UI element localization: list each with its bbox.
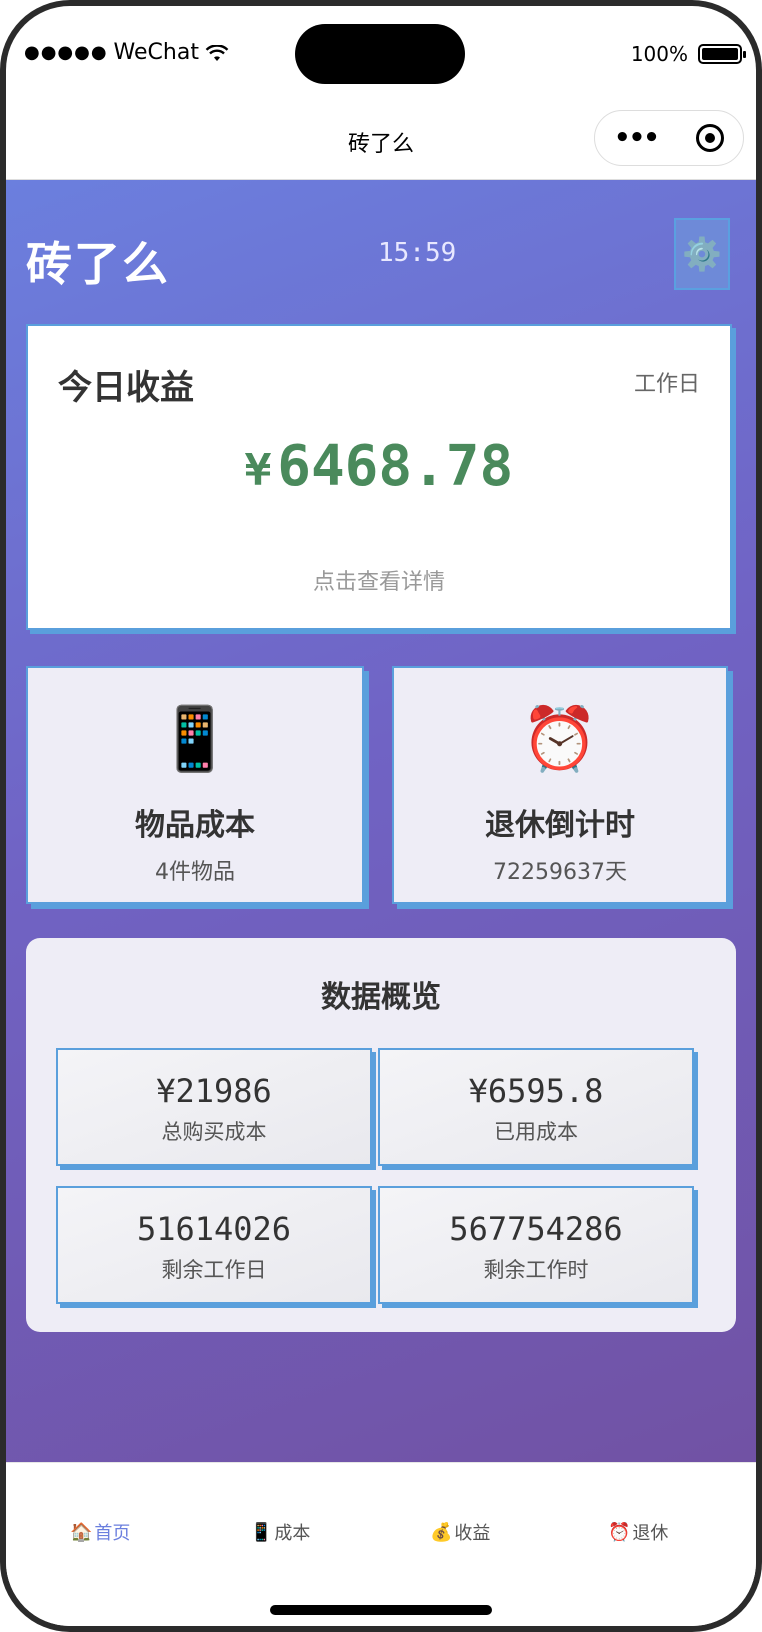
stat-remaining-work-hours: 567754286 剩余工作时 xyxy=(378,1186,694,1304)
mini-program-capsule: ••• xyxy=(594,110,744,166)
retirement-days: 72259637天 xyxy=(493,860,627,885)
status-carrier-group: ●●●●● WeChat xyxy=(24,40,229,65)
tab-retirement[interactable]: ⏰ 退休 xyxy=(608,1519,668,1545)
item-cost-card[interactable]: 📱 物品成本 4件物品 xyxy=(26,666,364,904)
tab-label: 成本 xyxy=(274,1523,311,1544)
stat-total-purchase-cost: ¥21986 总购买成本 xyxy=(56,1048,372,1166)
stat-label: 剩余工作日 xyxy=(161,1258,267,1282)
retirement-countdown-card[interactable]: ⏰ 退休倒计时 72259637天 xyxy=(392,666,728,904)
app-title: 砖了么 xyxy=(26,237,170,291)
day-type-tag: 工作日 xyxy=(633,372,700,397)
alarm-clock-icon: ⏰ xyxy=(521,702,599,775)
stat-label: 剩余工作时 xyxy=(483,1258,589,1282)
current-time: 15:59 xyxy=(378,238,457,268)
dynamic-island xyxy=(295,24,465,84)
gear-icon: ⚙️ xyxy=(682,235,722,273)
tab-home[interactable]: 🏠 首页 xyxy=(70,1519,130,1545)
phone-icon: 📱 xyxy=(250,1521,273,1543)
currency-symbol: ¥ xyxy=(244,445,272,496)
status-bar: ●●●●● WeChat 100% xyxy=(6,6,756,102)
stat-used-cost: ¥6595.8 已用成本 xyxy=(378,1048,694,1166)
stat-value: 567754286 xyxy=(449,1210,623,1248)
item-count: 4件物品 xyxy=(155,860,235,885)
phone-icon: 📱 xyxy=(156,702,234,775)
income-label: 今日收益 xyxy=(58,368,194,408)
income-amount: ¥6468.78 xyxy=(28,434,730,499)
stat-value: ¥21986 xyxy=(156,1072,272,1110)
overview-title: 数据概览 xyxy=(321,980,441,1015)
item-cost-title: 物品成本 xyxy=(135,808,255,843)
close-mini-program-icon[interactable] xyxy=(695,124,724,152)
stat-label: 已用成本 xyxy=(494,1120,578,1144)
stat-label: 总购买成本 xyxy=(161,1120,267,1144)
phone-frame: ●●●●● WeChat 100% 砖了么 ••• 砖了么 15:59 ⚙️ 今… xyxy=(0,0,762,1632)
data-overview-panel: 数据概览 ¥21986 总购买成本 ¥6595.8 已用成本 51614026 … xyxy=(26,938,736,1332)
wifi-icon xyxy=(205,43,229,62)
mini-program-nav-bar: 砖了么 ••• xyxy=(6,102,756,180)
alarm-clock-icon: ⏰ xyxy=(608,1521,631,1543)
battery-icon xyxy=(698,44,746,64)
income-value: 6468.78 xyxy=(277,434,514,499)
stat-value: 51614026 xyxy=(136,1210,292,1248)
retirement-countdown-title: 退休倒计时 xyxy=(485,808,635,843)
stat-value: ¥6595.8 xyxy=(468,1072,604,1110)
tab-label: 首页 xyxy=(94,1523,131,1544)
phone-screen: ●●●●● WeChat 100% 砖了么 ••• 砖了么 15:59 ⚙️ 今… xyxy=(6,6,756,1626)
tab-label: 收益 xyxy=(454,1523,491,1544)
stat-remaining-workdays: 51614026 剩余工作日 xyxy=(56,1186,372,1304)
money-bag-icon: 💰 xyxy=(430,1521,453,1543)
battery-percent: 100% xyxy=(630,42,688,66)
tab-income[interactable]: 💰 收益 xyxy=(430,1519,490,1545)
signal-dots-icon: ●●●●● xyxy=(24,42,108,63)
settings-button[interactable]: ⚙️ xyxy=(674,218,730,290)
house-icon: 🏠 xyxy=(70,1521,93,1543)
tab-label: 退休 xyxy=(632,1523,669,1544)
home-indicator xyxy=(270,1605,492,1615)
tab-cost[interactable]: 📱 成本 xyxy=(250,1519,310,1545)
status-battery-group: 100% xyxy=(630,42,746,66)
bottom-tab-bar: 🏠 首页 📱 成本 💰 收益 ⏰ 退休 xyxy=(6,1462,756,1626)
main-content: 砖了么 15:59 ⚙️ 今日收益 工作日 ¥6468.78 点击查看详情 📱 … xyxy=(6,180,756,1462)
view-details-hint: 点击查看详情 xyxy=(312,570,445,595)
today-income-card[interactable]: 今日收益 工作日 ¥6468.78 点击查看详情 xyxy=(26,324,732,630)
carrier-name: WeChat xyxy=(113,40,199,65)
more-options-icon[interactable]: ••• xyxy=(614,123,660,153)
